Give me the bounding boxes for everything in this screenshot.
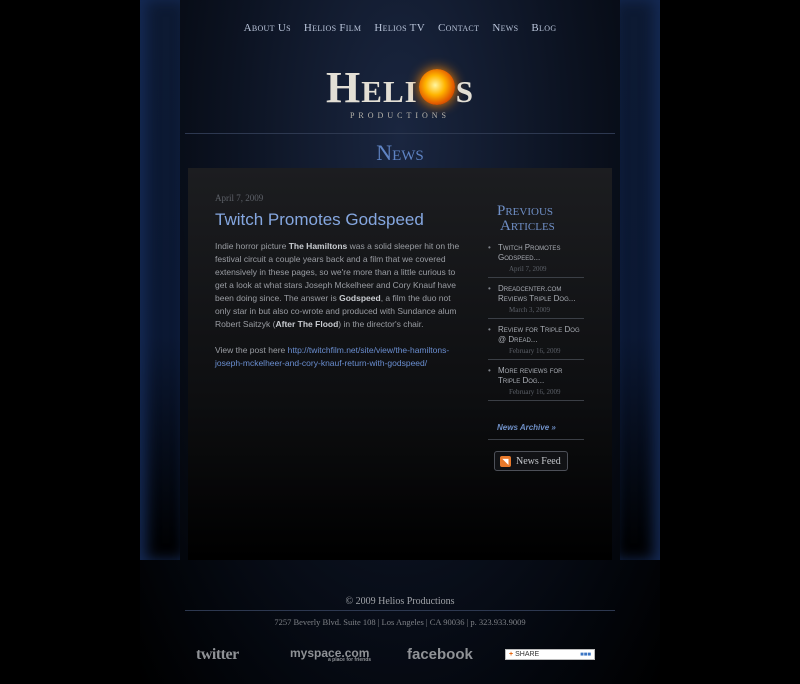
site-logo[interactable]: Heli s Productions (0, 62, 800, 120)
article-link[interactable]: Twitch Promotes Godspeed... (488, 243, 584, 263)
myspace-link[interactable]: myspace.com a place for friends (290, 646, 371, 663)
nav-blog[interactable]: Blog (531, 22, 556, 34)
logo-subtitle: Productions (349, 111, 450, 120)
header-divider (185, 133, 615, 134)
article-date: February 16, 2009 (509, 347, 561, 355)
archive-divider (488, 439, 584, 440)
article-date: February 16, 2009 (509, 388, 561, 396)
post-title: Twitch Promotes Godspeed (215, 210, 424, 229)
copyright: © 2009 Helios Productions (345, 596, 455, 607)
nav-helios-tv[interactable]: Helios TV (374, 22, 425, 34)
share-services-icon: ■■■ (580, 651, 591, 658)
article-link[interactable]: Dreadcenter.com Reviews Triple Dog... (488, 284, 584, 304)
list-item: Twitch Promotes Godspeed... April 7, 200… (488, 243, 584, 278)
facebook-link[interactable]: facebook (407, 646, 473, 663)
nav-about-us[interactable]: About Us (244, 22, 291, 34)
rss-icon: ◥ (500, 455, 511, 467)
article-date: April 7, 2009 (509, 265, 547, 273)
main-nav: About Us Helios Film Helios TV Contact N… (0, 22, 800, 34)
article-date: March 3, 2009 (509, 306, 551, 314)
nav-contact[interactable]: Contact (438, 22, 479, 34)
twitter-link[interactable]: twitter (196, 646, 239, 664)
post-paragraph: Indie horror picture The Hamiltons was a… (215, 241, 460, 329)
sun-icon (418, 69, 455, 105)
nav-helios-film[interactable]: Helios Film (304, 22, 361, 34)
page-title: News (376, 140, 424, 165)
address: 7257 Beverly Blvd. Suite 108 | Los Angel… (274, 617, 526, 627)
list-item: More reviews for Triple Dog... February … (488, 366, 584, 401)
list-item: Dreadcenter.com Reviews Triple Dog... Ma… (488, 284, 584, 319)
article-link[interactable]: More reviews for Triple Dog... (488, 366, 584, 386)
logo-wordmark: Heli s (326, 63, 474, 112)
post-link-paragraph: View the post here http://twitchfilm.net… (215, 345, 450, 368)
share-button[interactable]: + SHARE ■■■ (505, 649, 595, 660)
post-body: Indie horror picture The Hamiltons was a… (215, 240, 465, 370)
footer-divider (185, 610, 615, 611)
news-feed-button[interactable]: ◥ News Feed (494, 451, 568, 471)
myspace-tagline: a place for friends (328, 657, 372, 663)
list-item: Review for Triple Dog @ Dread... Februar… (488, 325, 584, 360)
news-archive-link[interactable]: News Archive » (497, 423, 556, 432)
share-label: SHARE (515, 651, 540, 658)
previous-articles-list: Twitch Promotes Godspeed... April 7, 200… (488, 243, 584, 407)
article-link[interactable]: Review for Triple Dog @ Dread... (488, 325, 584, 345)
news-feed-label: News Feed (516, 455, 561, 467)
post-date: April 7, 2009 (215, 193, 264, 203)
nav-news[interactable]: News (492, 22, 518, 34)
previous-articles-heading: Previous Articles (497, 203, 555, 234)
share-plus-icon: + (509, 651, 514, 658)
